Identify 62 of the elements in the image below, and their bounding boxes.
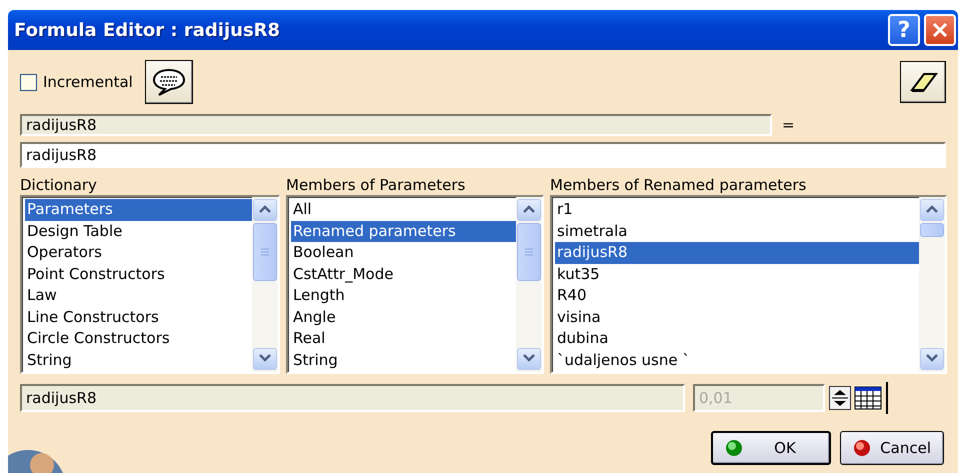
eraser-icon [908, 70, 938, 94]
cancel-button[interactable]: Cancel [840, 431, 944, 465]
scroll-down-icon[interactable] [253, 348, 277, 370]
list-item[interactable]: Boolean [291, 242, 516, 264]
list-item[interactable]: dubina [555, 328, 919, 350]
list-item[interactable]: Point Constructors [25, 264, 252, 285]
list-item[interactable]: String [25, 350, 252, 371]
spinner-button[interactable] [829, 386, 851, 410]
list-item[interactable]: visina [555, 306, 919, 328]
list-box[interactable]: All Renamed parameters Boolean CstAttr_Mode Length Angle Real String [286, 195, 544, 374]
formula-input[interactable]: radijusR8 [20, 142, 946, 168]
scrollbar[interactable] [252, 197, 278, 372]
list-item[interactable]: Line Constructors [25, 306, 252, 328]
list-item[interactable]: Length [291, 285, 516, 306]
eraser-button[interactable] [900, 61, 946, 103]
ok-icon [725, 439, 743, 457]
selection-field: radijusR8 [20, 384, 685, 412]
scroll-thumb[interactable] [517, 223, 541, 281]
scroll-thumb[interactable] [253, 223, 277, 281]
parameter-name-field: radijusR8 [20, 114, 772, 136]
scroll-up-icon[interactable] [253, 199, 277, 221]
list-label: Members of Renamed parameters [550, 175, 808, 195]
list-item[interactable]: String [291, 350, 516, 371]
list-item[interactable]: Design Table [25, 220, 252, 242]
list-label: Dictionary [20, 175, 98, 195]
list-item[interactable]: simetrala [555, 220, 919, 242]
scroll-up-icon[interactable] [920, 199, 944, 221]
equals-sign: = [782, 116, 795, 134]
comment-button[interactable] [144, 60, 193, 104]
scroll-up-icon[interactable] [517, 199, 541, 221]
checkbox-label: Incremental [43, 73, 133, 91]
help-button[interactable]: ? [888, 14, 920, 46]
close-icon [931, 21, 949, 39]
scrollbar[interactable] [919, 197, 945, 372]
list-item[interactable]: Law [25, 285, 252, 306]
list-box[interactable]: r1 simetrala radijusR8 kut35 R40 visina dubina `udaljenos usne ` [550, 195, 947, 374]
close-button[interactable] [924, 14, 956, 46]
list-item[interactable]: r1 [555, 199, 919, 220]
list-item[interactable]: Renamed parameters [291, 220, 516, 242]
table-icon[interactable] [854, 386, 884, 410]
scrollbar[interactable] [516, 197, 542, 372]
scroll-down-icon[interactable] [920, 348, 944, 370]
window-title: Formula Editor : radijusR8 [14, 20, 282, 40]
list-item[interactable]: Angle [291, 306, 516, 328]
list-item[interactable]: All [291, 199, 516, 220]
list-item[interactable]: Real [291, 328, 516, 350]
scroll-thumb[interactable] [920, 223, 944, 237]
list-item[interactable]: kut35 [555, 264, 919, 285]
list-box[interactable]: Parameters Design Table Operators Point Constructors Law Line Constructors Circle Constructors String [20, 195, 280, 374]
list-item[interactable]: CstAttr_Mode [291, 264, 516, 285]
list-item[interactable]: Parameters [25, 199, 252, 220]
list-label: Members of Parameters [286, 175, 466, 195]
list-item[interactable]: R40 [555, 285, 919, 306]
ok-button[interactable]: OK [711, 431, 831, 465]
incremental-checkbox[interactable] [20, 74, 37, 90]
scroll-down-icon[interactable] [517, 348, 541, 370]
cancel-icon [853, 439, 870, 457]
list-item[interactable]: radijusR8 [555, 242, 919, 264]
list-item[interactable]: Operators [25, 242, 252, 264]
speech-bubble-icon [150, 67, 187, 97]
list-item[interactable]: Circle Constructors [25, 328, 252, 350]
list-item[interactable]: `udaljenos usne ` [555, 350, 919, 371]
